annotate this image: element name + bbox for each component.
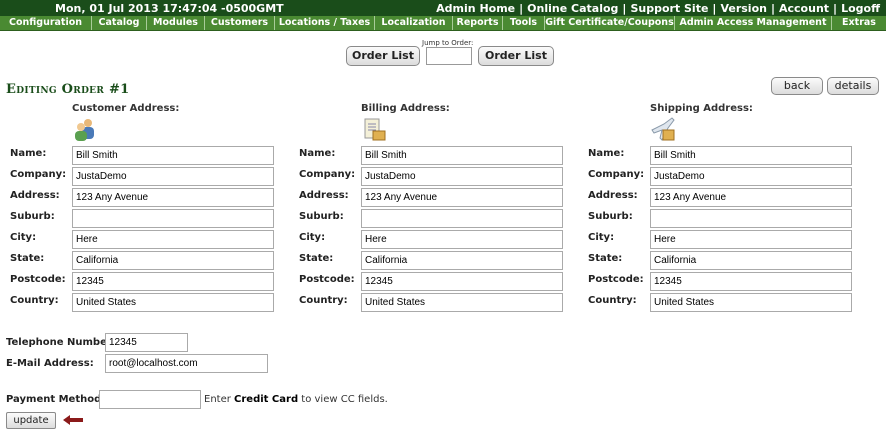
shipping-address-label: Address: (588, 190, 638, 201)
admin-home-link[interactable]: Admin Home (436, 2, 515, 15)
billing-address-heading: Billing Address: (361, 103, 450, 114)
jump-to-order-label: Jump to Order: (422, 39, 474, 47)
billing-suburb-label: Suburb: (299, 211, 344, 222)
billing-icon (364, 118, 386, 141)
menu-configuration[interactable]: Configuration (0, 16, 92, 30)
payment-hint-suffix: to view CC fields. (301, 394, 388, 405)
shipping-company-label: Company: (588, 169, 645, 180)
customer-name-input[interactable]: Bill Smith (72, 146, 274, 165)
billing-name-input[interactable]: Bill Smith (361, 146, 563, 165)
shipping-suburb-label: Suburb: (588, 211, 633, 222)
top-links: Admin Home | Online Catalog | Support Site | V… (436, 2, 880, 15)
email-label: E-Mail Address: (6, 358, 94, 369)
customer-address-heading: Customer Address: (72, 103, 180, 114)
page-title: Editing Order #1 (6, 82, 130, 97)
billing-country-input[interactable]: United States (361, 293, 563, 312)
billing-company-input[interactable]: JustaDemo (361, 167, 563, 186)
billing-name-label: Name: (299, 148, 336, 159)
version-link[interactable]: Version (720, 2, 767, 15)
telephone-input[interactable]: 12345 (105, 333, 188, 352)
customer-address-label: Address: (10, 190, 60, 201)
customer-name-label: Name: (10, 148, 47, 159)
shipping-state-input[interactable]: California (650, 251, 852, 270)
customer-suburb-input[interactable] (72, 209, 274, 228)
shipping-icon (651, 117, 675, 141)
payment-method-label: Payment Method: (6, 394, 106, 405)
jump-to-order-input[interactable] (426, 47, 472, 65)
online-catalog-link[interactable]: Online Catalog (527, 2, 618, 15)
customer-postcode-label: Postcode: (10, 274, 66, 285)
menu-catalog[interactable]: Catalog (92, 16, 147, 30)
billing-street-input[interactable]: 123 Any Avenue (361, 188, 563, 207)
billing-country-label: Country: (299, 295, 348, 306)
shipping-city-label: City: (588, 232, 615, 243)
menu-localization[interactable]: Localization (375, 16, 453, 30)
customer-suburb-label: Suburb: (10, 211, 55, 222)
customer-company-label: Company: (10, 169, 67, 180)
order-list-left-button[interactable]: Order List (346, 46, 420, 66)
customer-city-input[interactable]: Here (72, 230, 274, 249)
menu-locations-taxes[interactable]: Locations / Taxes (275, 16, 375, 30)
menu-admin-access-management[interactable]: Admin Access Management (675, 16, 832, 30)
shipping-country-input[interactable]: United States (650, 293, 852, 312)
top-bar: Mon, 01 Jul 2013 17:47:04 -0500GMT Admin… (0, 0, 886, 16)
menu-extras[interactable]: Extras (832, 16, 886, 30)
billing-state-input[interactable]: California (361, 251, 563, 270)
shipping-name-label: Name: (588, 148, 625, 159)
shipping-state-label: State: (588, 253, 623, 264)
order-list-right-button[interactable]: Order List (478, 46, 554, 66)
billing-suburb-input[interactable] (361, 209, 563, 228)
billing-state-label: State: (299, 253, 334, 264)
billing-address-label: Address: (299, 190, 349, 201)
menu-tools[interactable]: Tools (503, 16, 545, 30)
payment-method-input[interactable] (99, 390, 201, 409)
details-button[interactable]: details (827, 77, 879, 95)
billing-postcode-label: Postcode: (299, 274, 355, 285)
billing-city-input[interactable]: Here (361, 230, 563, 249)
email-input[interactable]: root@localhost.com (105, 354, 268, 373)
date-time: Mon, 01 Jul 2013 17:47:04 -0500GMT (55, 2, 284, 15)
shipping-name-input[interactable]: Bill Smith (650, 146, 852, 165)
payment-hint-prefix: Enter (204, 394, 231, 405)
payment-hint: Enter Credit Card to view CC fields. (204, 394, 388, 405)
billing-postcode-input[interactable]: 12345 (361, 272, 563, 291)
support-site-link[interactable]: Support Site (630, 2, 708, 15)
customer-company-input[interactable]: JustaDemo (72, 167, 274, 186)
logoff-link[interactable]: Logoff (841, 2, 880, 15)
menu-reports[interactable]: Reports (453, 16, 503, 30)
billing-company-label: Company: (299, 169, 356, 180)
shipping-address-heading: Shipping Address: (650, 103, 753, 114)
menu-customers[interactable]: Customers (205, 16, 275, 30)
shipping-postcode-label: Postcode: (588, 274, 644, 285)
shipping-suburb-input[interactable] (650, 209, 852, 228)
payment-hint-bold: Credit Card (234, 394, 299, 405)
customer-postcode-input[interactable]: 12345 (72, 272, 274, 291)
update-button[interactable]: update (6, 412, 56, 429)
telephone-label: Telephone Number: (6, 337, 116, 348)
customer-icon (75, 119, 94, 141)
customer-street-input[interactable]: 123 Any Avenue (72, 188, 274, 207)
customer-state-label: State: (10, 253, 45, 264)
customer-country-label: Country: (10, 295, 59, 306)
shipping-country-label: Country: (588, 295, 637, 306)
menu-gift-certificate-coupons[interactable]: Gift Certificate/Coupons (545, 16, 675, 30)
shipping-city-input[interactable]: Here (650, 230, 852, 249)
billing-city-label: City: (299, 232, 326, 243)
account-link[interactable]: Account (779, 2, 829, 15)
customer-city-label: City: (10, 232, 37, 243)
menu-modules[interactable]: Modules (147, 16, 205, 30)
shipping-postcode-input[interactable]: 12345 (650, 272, 852, 291)
shipping-street-input[interactable]: 123 Any Avenue (650, 188, 852, 207)
back-button[interactable]: back (771, 77, 823, 95)
shipping-company-input[interactable]: JustaDemo (650, 167, 852, 186)
arrow-left-icon (63, 415, 83, 425)
main-menu: Configuration Catalog Modules Customers … (0, 16, 886, 31)
customer-country-input[interactable]: United States (72, 293, 274, 312)
customer-state-input[interactable]: California (72, 251, 274, 270)
